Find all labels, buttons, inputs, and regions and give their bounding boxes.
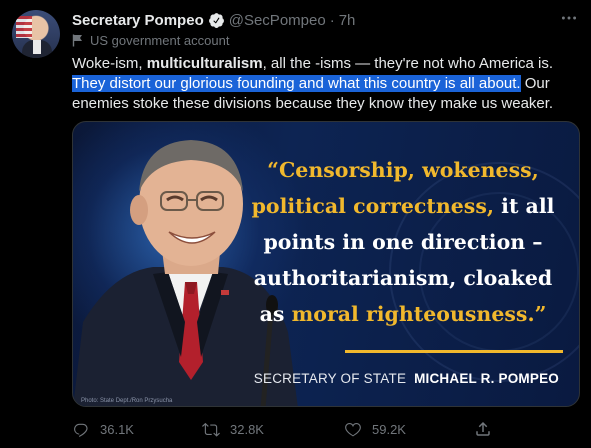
attribution-title: SECRETARY OF STATE (253, 371, 407, 386)
tweet-image[interactable]: “Censorship, wokeness, political correct… (72, 121, 580, 407)
like-icon (345, 422, 361, 437)
tweet-text-part: , all the -isms — they're not who Americ… (262, 55, 554, 72)
avatar[interactable] (12, 10, 60, 58)
more-icon[interactable] (559, 8, 579, 28)
quote-line-1: “Censorship, wokeness, (267, 158, 539, 182)
tweet-text-bold: multiculturalism (146, 55, 263, 72)
quote-line-3: points in one direction – (263, 230, 543, 254)
separator-dot: · (329, 11, 335, 29)
display-name[interactable]: Secretary Pompeo (72, 12, 204, 29)
share-button[interactable] (474, 420, 502, 438)
gold-divider (345, 350, 563, 353)
handle[interactable]: @SecPompeo (229, 12, 326, 29)
tweet-header: Secretary Pompeo @SecPompeo · 7h (72, 10, 355, 30)
reply-icon (74, 423, 88, 438)
share-icon (476, 421, 490, 436)
reply-count: 36.1K (100, 421, 134, 437)
retweet-button[interactable]: 32.8K (202, 420, 264, 438)
verified-icon (208, 12, 225, 29)
government-flag-icon (72, 34, 84, 47)
tweet-text: Woke-ism, multiculturalism, all the -ism… (72, 54, 582, 114)
quote-line-5-gold: moral righteousness. (291, 302, 535, 326)
highlighted-text: They distort our glorious founding and w… (72, 75, 521, 92)
timestamp[interactable]: 7h (339, 12, 356, 29)
quote-line-4: authoritarianism, cloaked (253, 266, 553, 290)
photo-credit: Photo: State Dept./Ron Przysucha (81, 398, 173, 404)
government-label-text: US government account (90, 33, 230, 48)
like-count: 59.2K (372, 421, 406, 437)
quote-line-2-gold: political correctness, (251, 194, 495, 218)
tweet[interactable]: Secretary Pompeo @SecPompeo · 7h US gove… (0, 0, 591, 448)
attribution-name: MICHAEL R. POMPEO (414, 371, 559, 386)
tweet-text-part: Woke-ism, (72, 55, 147, 72)
quote-line-5-white: as (259, 302, 292, 326)
quote-close-mark: ” (534, 302, 547, 326)
quote-text: “Censorship, wokeness, political correct… (233, 152, 573, 332)
quote-line-2-white: it all (494, 194, 555, 218)
reply-button[interactable]: 36.1K (72, 420, 134, 438)
quote-attribution: SECRETARY OF STATE MICHAEL R. POMPEO (241, 371, 559, 386)
retweet-count: 32.8K (230, 421, 264, 437)
action-bar: 36.1K 32.8K 59.2K (72, 420, 502, 440)
retweet-icon (202, 422, 220, 437)
like-button[interactable]: 59.2K (344, 420, 406, 438)
government-label[interactable]: US government account (72, 33, 229, 48)
